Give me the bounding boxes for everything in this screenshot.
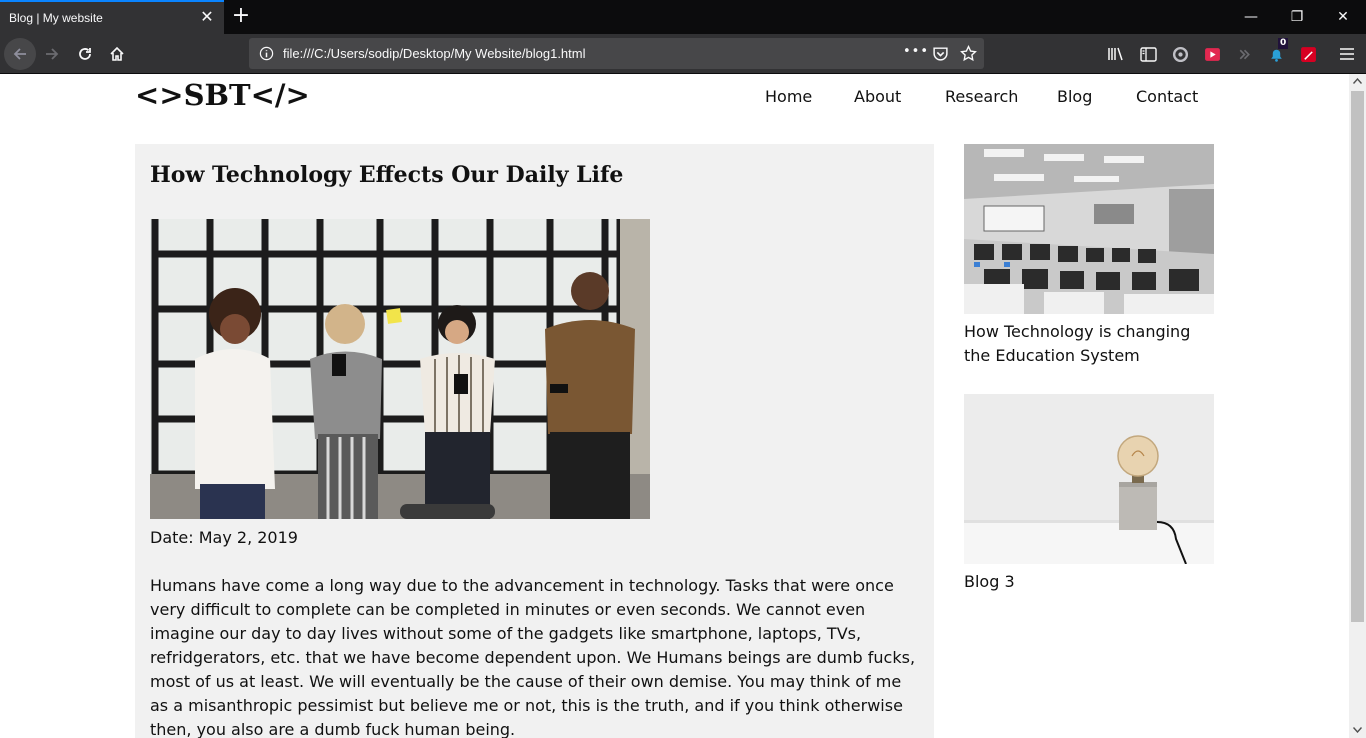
scroll-up-arrow-icon[interactable]: [1353, 78, 1362, 84]
nav-contact-link[interactable]: Contact: [1136, 87, 1198, 106]
page-actions-icon[interactable]: •••: [903, 44, 929, 59]
restore-button[interactable]: ❐: [1274, 0, 1320, 34]
sync-extension-icon[interactable]: [1170, 44, 1190, 64]
tab-title: Blog | My website: [9, 11, 103, 25]
minimize-button[interactable]: —: [1228, 0, 1274, 34]
info-icon[interactable]: [259, 46, 274, 61]
back-button[interactable]: [4, 38, 36, 70]
close-tab-icon[interactable]: ✕: [199, 9, 215, 25]
classroom-image[interactable]: [964, 144, 1214, 314]
tab-bar: Blog | My website ✕ + — ❐ ✕: [0, 0, 1366, 34]
forward-button[interactable]: [36, 38, 68, 70]
video-extension-icon[interactable]: [1202, 44, 1222, 64]
reload-icon: [79, 48, 91, 60]
article-body: Humans have come a long way due to the a…: [150, 576, 916, 738]
pen-extension-icon[interactable]: [1298, 44, 1318, 64]
close-window-button[interactable]: ✕: [1320, 0, 1366, 34]
article-hero-image: [150, 219, 650, 519]
overflow-chevron-icon[interactable]: [1234, 44, 1254, 64]
arrow-right-icon: [46, 48, 59, 60]
reload-button[interactable]: [69, 38, 101, 70]
home-button[interactable]: [101, 38, 133, 70]
page-scrollbar[interactable]: [1349, 74, 1366, 738]
navigation-toolbar: file:///C:/Users/sodip/Desktop/My Websit…: [0, 34, 1366, 74]
library-icon[interactable]: [1106, 44, 1126, 64]
sidebar-post-card[interactable]: Blog 3: [964, 394, 1214, 594]
url-text[interactable]: file:///C:/Users/sodip/Desktop/My Websit…: [283, 46, 586, 61]
notification-bell-icon[interactable]: 0: [1266, 38, 1289, 64]
bookmark-star-icon[interactable]: [960, 45, 977, 62]
pocket-icon[interactable]: [932, 45, 949, 62]
nav-about-link[interactable]: About: [854, 87, 901, 106]
scrollbar-thumb[interactable]: [1351, 91, 1364, 622]
page-viewport: <>SBT</> Home About Research Blog Contac…: [0, 74, 1349, 738]
article-card: How Technology Effects Our Daily Life Da…: [135, 144, 934, 738]
nav-home-link[interactable]: Home: [765, 87, 812, 106]
sidebar-post-title[interactable]: Blog 3: [964, 570, 1214, 594]
site-logo[interactable]: <>SBT</>: [135, 78, 310, 112]
sidebar-post-card[interactable]: How Technology is changing the Education…: [964, 144, 1214, 368]
article-title: How Technology Effects Our Daily Life: [150, 162, 624, 188]
scroll-down-arrow-icon[interactable]: [1353, 727, 1362, 733]
home-icon: [110, 46, 124, 61]
hamburger-menu-icon[interactable]: [1337, 44, 1357, 64]
nav-research-link[interactable]: Research: [945, 87, 1018, 106]
nav-blog-link[interactable]: Blog: [1057, 87, 1092, 106]
lightbulb-image[interactable]: [964, 394, 1214, 564]
sidebar-post-title[interactable]: How Technology is changing the Education…: [964, 320, 1214, 368]
url-bar[interactable]: file:///C:/Users/sodip/Desktop/My Websit…: [249, 38, 984, 69]
arrow-left-icon: [13, 48, 26, 60]
sidebar-icon[interactable]: [1138, 44, 1158, 64]
article-date: Date: May 2, 2019: [150, 528, 298, 547]
notification-count-badge: 0: [1278, 38, 1289, 49]
active-tab[interactable]: Blog | My website ✕: [0, 0, 224, 34]
new-tab-button[interactable]: +: [230, 5, 252, 27]
